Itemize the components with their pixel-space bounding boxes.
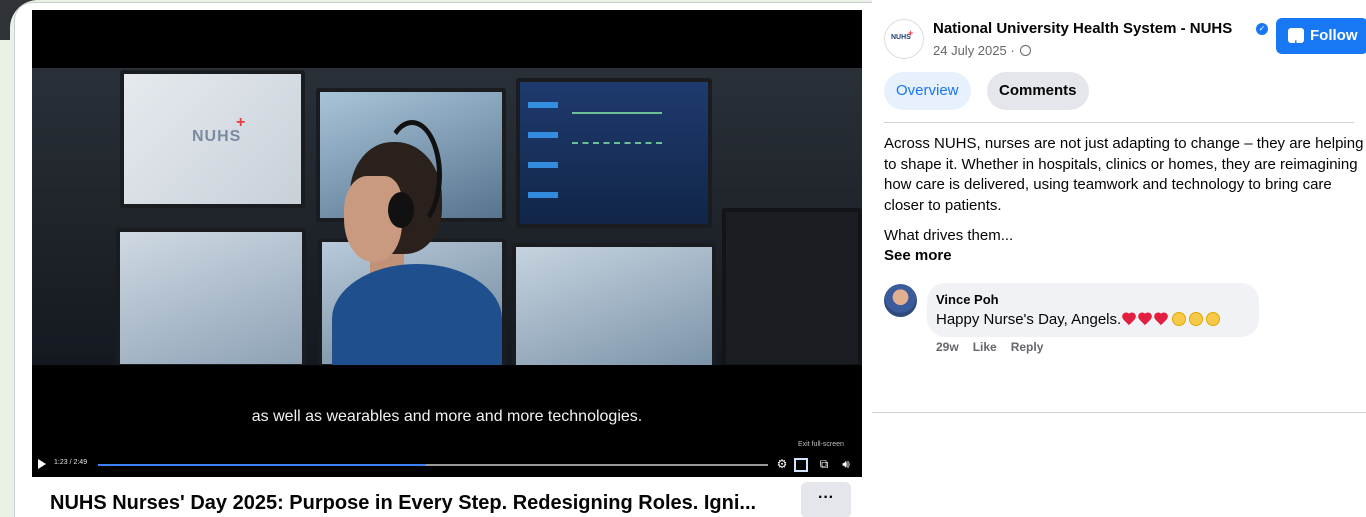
- pleading-face-icon: [1172, 312, 1187, 326]
- follow-icon: [1288, 26, 1304, 62]
- vitals-bar: [528, 162, 558, 168]
- page-avatar[interactable]: NUHS +: [884, 19, 924, 59]
- globe-icon: [1020, 45, 1032, 56]
- tab-overview[interactable]: Overview: [884, 72, 971, 110]
- avatar-plus-icon: +: [908, 28, 914, 38]
- pleading-face-icon: [1189, 312, 1204, 326]
- comment-reply-button[interactable]: Reply: [1011, 340, 1044, 354]
- play-icon[interactable]: [38, 459, 46, 469]
- media-column: NUHS + as well as wearables and more and: [32, 10, 862, 517]
- video-frame: NUHS +: [32, 68, 862, 365]
- comment-age[interactable]: 29w: [936, 340, 959, 354]
- comment-like-button[interactable]: Like: [973, 340, 997, 354]
- post-details-panel: NUHS + National University Health System…: [872, 0, 1366, 412]
- red-heart-icon: [1155, 312, 1169, 326]
- comment-text: Happy Nurse's Day, Angels.: [936, 311, 1221, 328]
- logo-plus-icon: +: [236, 114, 246, 131]
- video-time: 1:23 / 2:49: [54, 459, 88, 466]
- monitor-vitals: [516, 78, 712, 228]
- gear-icon[interactable]: ⚙: [774, 456, 790, 472]
- red-heart-icon: [1123, 312, 1137, 326]
- post-sidebar: NUHS + National University Health System…: [872, 0, 1366, 517]
- verified-badge-icon: ✓: [1256, 23, 1268, 35]
- exit-fullscreen-tooltip: Exit full-screen: [798, 441, 844, 448]
- headset-earcup: [388, 192, 414, 228]
- comment-text-content: Happy Nurse's Day, Angels.: [936, 311, 1122, 328]
- post-description: Across NUHS, nurses are not just adaptin…: [884, 135, 1364, 214]
- picture-in-picture-icon[interactable]: ⧉: [816, 456, 832, 472]
- video-progress-fill: [98, 464, 427, 466]
- post-date[interactable]: 24 July 2025 ·: [933, 43, 1032, 58]
- video-controls: 1:23 / 2:49 ⚙ ⧉ 🔊︎: [32, 455, 862, 477]
- video-subtitle: as well as wearables and more and more t…: [251, 408, 643, 425]
- follow-label: Follow: [1310, 27, 1358, 44]
- monitor-sleeping-patient: [512, 243, 716, 365]
- post-date-text: 24 July 2025 ·: [933, 43, 1019, 58]
- video-progress-bar[interactable]: [98, 464, 768, 466]
- follow-button[interactable]: Follow: [1276, 18, 1366, 62]
- vitals-bar: [528, 102, 558, 108]
- comment-bubble: Vince Poh Happy Nurse's Day, Angels.: [927, 283, 1259, 337]
- volume-icon[interactable]: 🔊︎: [838, 456, 854, 472]
- commenter-avatar[interactable]: [884, 284, 917, 317]
- video-title: NUHS Nurses' Day 2025: Purpose in Every …: [50, 492, 757, 514]
- monitor-dark: [722, 208, 862, 365]
- post-description-continued: What drives them...: [884, 227, 1014, 244]
- vitals-bar: [528, 192, 558, 198]
- video-player[interactable]: NUHS + as well as wearables and more and: [32, 10, 862, 477]
- more-options-button[interactable]: ···: [801, 482, 851, 517]
- commenter-name[interactable]: Vince Poh: [936, 292, 999, 307]
- tab-comments[interactable]: Comments: [987, 72, 1089, 110]
- comment-meta: 29w Like Reply: [936, 340, 1057, 354]
- red-heart-icon: [1139, 312, 1153, 326]
- comment-composer-area: [872, 412, 1366, 517]
- monitor-logo: NUHS +: [120, 70, 305, 208]
- vitals-bar: [528, 132, 558, 138]
- tabs-divider: [884, 122, 1354, 123]
- see-more-link[interactable]: See more: [884, 247, 952, 264]
- vitals-wave: [572, 112, 662, 144]
- monitor-elderly-patient: [116, 228, 306, 365]
- nuhs-screen-logo: NUHS: [192, 128, 242, 145]
- pleading-face-icon: [1206, 312, 1221, 326]
- exit-fullscreen-icon[interactable]: [794, 458, 808, 472]
- page-name-link[interactable]: National University Health System - NUHS: [933, 20, 1232, 37]
- nurse-body: [332, 264, 502, 365]
